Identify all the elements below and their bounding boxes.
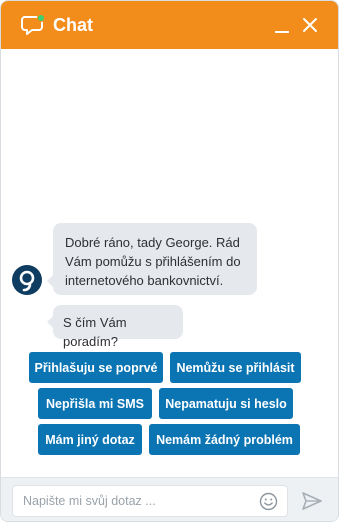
minimize-button[interactable] (273, 15, 293, 35)
quick-reply-no-problem[interactable]: Nemám žádný problém (149, 424, 300, 455)
chat-bubble-icon (21, 14, 47, 38)
message-input-box (12, 485, 288, 517)
george-logo-icon (19, 270, 35, 292)
bot-message: Dobré ráno, tady George. Rád Vám pomůžu … (47, 223, 257, 295)
close-button[interactable] (300, 15, 320, 35)
quick-reply-forgot-password[interactable]: Nepamatuju si heslo (159, 388, 293, 419)
quick-reply-cannot-login[interactable]: Nemůžu se přihlásit (170, 352, 301, 383)
quick-reply-no-sms[interactable]: Nepřišla mi SMS (38, 388, 152, 419)
send-icon[interactable] (301, 490, 323, 512)
smiley-icon[interactable] (259, 492, 278, 511)
bot-message: S čím Vám poradím? (47, 305, 183, 349)
message-input[interactable] (23, 486, 253, 516)
bot-avatar (12, 265, 42, 295)
close-icon (303, 18, 317, 32)
quick-reply-first-login[interactable]: Přihlašuju se poprvé (29, 352, 163, 383)
message-list[interactable]: Dobré ráno, tady George. Rád Vám pomůžu … (1, 49, 338, 477)
chat-header: Chat (1, 1, 338, 49)
chat-footer (1, 477, 338, 521)
chat-window: Chat Dobré ráno, tady George. Rád Vám po… (0, 0, 339, 522)
chat-title: Chat (53, 15, 93, 35)
quick-reply-other-question[interactable]: Mám jiný dotaz (38, 424, 142, 455)
